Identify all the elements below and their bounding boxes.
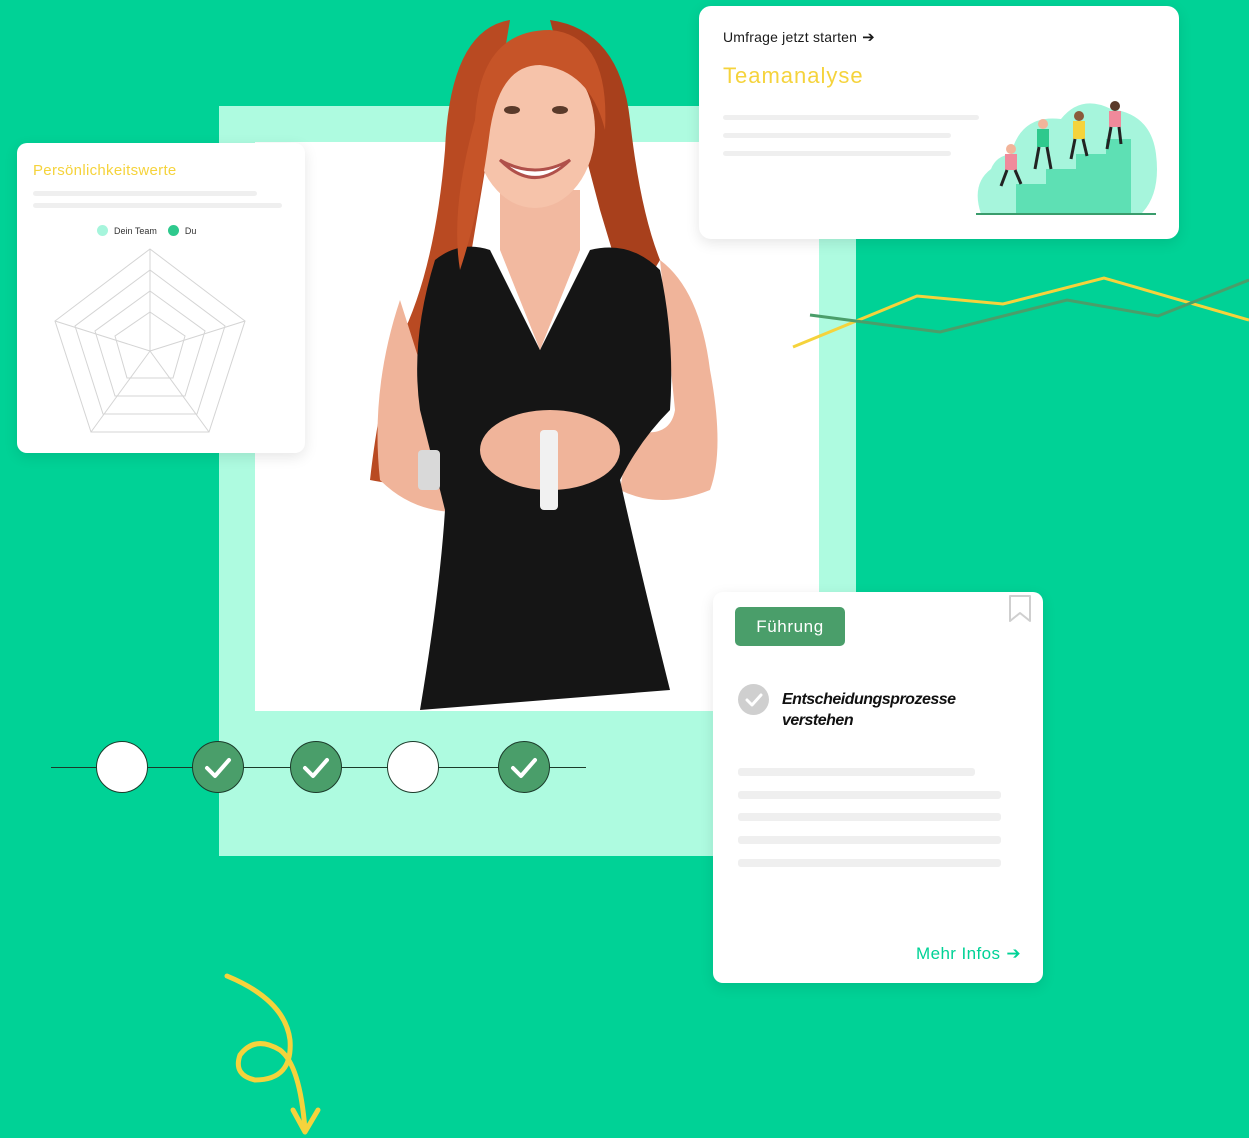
chart-legend: Dein Team Du	[97, 225, 207, 236]
leadership-card[interactable]: Führung Entscheidungsprozesse verstehen …	[713, 592, 1043, 983]
more-info-label: Mehr Infos	[916, 944, 1001, 963]
legend-dot-you	[167, 225, 179, 236]
placeholder-line	[723, 151, 951, 156]
progress-step-open[interactable]	[387, 741, 439, 793]
survey-card[interactable]: Umfrage jetzt starten ➔ Teamanalyse	[699, 6, 1179, 239]
check-icon	[303, 758, 329, 778]
legend-label-team: Dein Team	[114, 225, 157, 236]
personality-card-title: Persönlichkeitswerte	[33, 162, 177, 179]
placeholder-line	[738, 791, 1001, 799]
placeholder-line	[738, 813, 1001, 821]
arrow-right-icon: ➔	[862, 29, 875, 46]
decorative-line-chart	[792, 276, 1249, 349]
placeholder-line	[723, 133, 951, 138]
progress-step-open[interactable]	[96, 741, 148, 793]
team-climbing-stairs-illustration	[976, 101, 1157, 215]
placeholder-line	[738, 859, 1001, 867]
placeholder-line	[723, 115, 979, 120]
placeholder-line	[738, 836, 1001, 844]
check-circle-icon	[738, 684, 769, 715]
placeholder-line	[33, 191, 257, 196]
legend-label-you: Du	[184, 225, 197, 236]
radar-chart	[54, 248, 246, 433]
arrow-right-icon: ➔	[1006, 944, 1021, 963]
start-survey-label: Umfrage jetzt starten	[723, 29, 858, 45]
survey-title: Teamanalyse	[723, 63, 864, 88]
personality-card[interactable]: Persönlichkeitswerte Dein Team Du	[17, 143, 305, 453]
legend-dot-team	[97, 225, 108, 236]
category-badge: Führung	[735, 607, 845, 646]
squiggle-arrow-decoration	[224, 973, 321, 1135]
check-icon	[511, 758, 537, 778]
progress-step-done[interactable]	[192, 741, 244, 793]
person-photo	[370, 20, 718, 710]
placeholder-line	[33, 203, 282, 208]
more-info-link[interactable]: Mehr Infos ➔	[916, 944, 1021, 964]
progress-step-done[interactable]	[290, 741, 342, 793]
progress-step-done[interactable]	[498, 741, 550, 793]
bookmark-icon[interactable]	[1007, 594, 1033, 624]
placeholder-line	[738, 768, 975, 776]
check-icon	[205, 758, 231, 778]
lead-card-title: Entscheidungsprozesse verstehen	[782, 691, 956, 729]
start-survey-link[interactable]: Umfrage jetzt starten ➔	[723, 28, 875, 46]
